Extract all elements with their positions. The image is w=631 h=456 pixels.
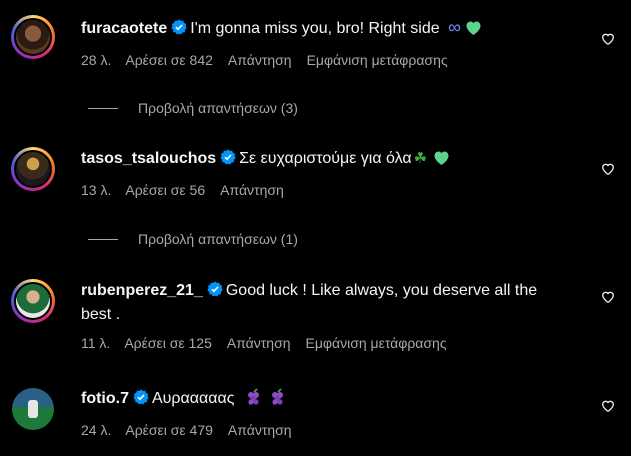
- verified-icon: [207, 281, 223, 304]
- timestamp: 24 λ.: [81, 422, 112, 438]
- username[interactable]: tasos_tsalouchos: [81, 150, 216, 167]
- comment-text: Αυρααααας: [152, 390, 235, 407]
- verified-icon: [220, 149, 236, 172]
- like-heart-icon[interactable]: [601, 32, 615, 46]
- divider: [88, 107, 118, 109]
- reply-button[interactable]: Απάντηση: [227, 335, 291, 351]
- green-heart-icon: [465, 20, 482, 43]
- like-heart-icon[interactable]: [601, 162, 615, 176]
- timestamp: 13 λ.: [81, 182, 112, 198]
- view-replies-label: Προβολή απαντήσεων (1): [138, 231, 298, 247]
- reply-button[interactable]: Απάντηση: [228, 422, 292, 438]
- reply-button[interactable]: Απάντηση: [228, 52, 292, 68]
- likes-count[interactable]: Αρέσει σε 842: [125, 52, 213, 68]
- avatar[interactable]: [11, 279, 55, 323]
- grapes-icon: [269, 388, 287, 413]
- likes-count[interactable]: Αρέσει σε 125: [124, 335, 212, 351]
- verified-icon: [133, 389, 149, 412]
- like-heart-icon[interactable]: [601, 290, 615, 304]
- timestamp: 28 λ.: [81, 52, 112, 68]
- verified-icon: [171, 19, 187, 42]
- shamrock-icon: ☘: [413, 150, 428, 167]
- translate-button[interactable]: Εμφάνιση μετάφρασης: [307, 52, 448, 68]
- likes-count[interactable]: Αρέσει σε 479: [125, 422, 213, 438]
- view-replies-button[interactable]: Προβολή απαντήσεων (3): [88, 100, 298, 116]
- username[interactable]: fotio.7: [81, 390, 129, 407]
- username[interactable]: rubenperez_21_: [81, 282, 203, 299]
- username[interactable]: furacaotete: [81, 20, 167, 37]
- view-replies-button[interactable]: Προβολή απαντήσεων (1): [88, 231, 298, 247]
- comment-text: I'm gonna miss you, bro! Right side: [190, 20, 440, 37]
- avatar[interactable]: [11, 147, 55, 191]
- likes-count[interactable]: Αρέσει σε 56: [125, 182, 205, 198]
- comment-text-continued: best .: [81, 306, 121, 323]
- divider: [88, 238, 118, 240]
- green-heart-icon: [433, 150, 450, 173]
- reply-button[interactable]: Απάντηση: [220, 182, 284, 198]
- comment-text: Good luck ! Like always, you deserve all…: [225, 282, 538, 299]
- translate-button[interactable]: Εμφάνιση μετάφρασης: [306, 335, 447, 351]
- timestamp: 11 λ.: [81, 335, 111, 351]
- comment-text: Σε ευχαριστούμε για όλα: [239, 150, 412, 167]
- avatar[interactable]: [11, 15, 55, 59]
- infinity-icon: ∞: [448, 17, 461, 37]
- avatar[interactable]: [12, 388, 54, 430]
- grapes-icon: [245, 388, 263, 413]
- view-replies-label: Προβολή απαντήσεων (3): [138, 100, 298, 116]
- like-heart-icon[interactable]: [601, 399, 615, 413]
